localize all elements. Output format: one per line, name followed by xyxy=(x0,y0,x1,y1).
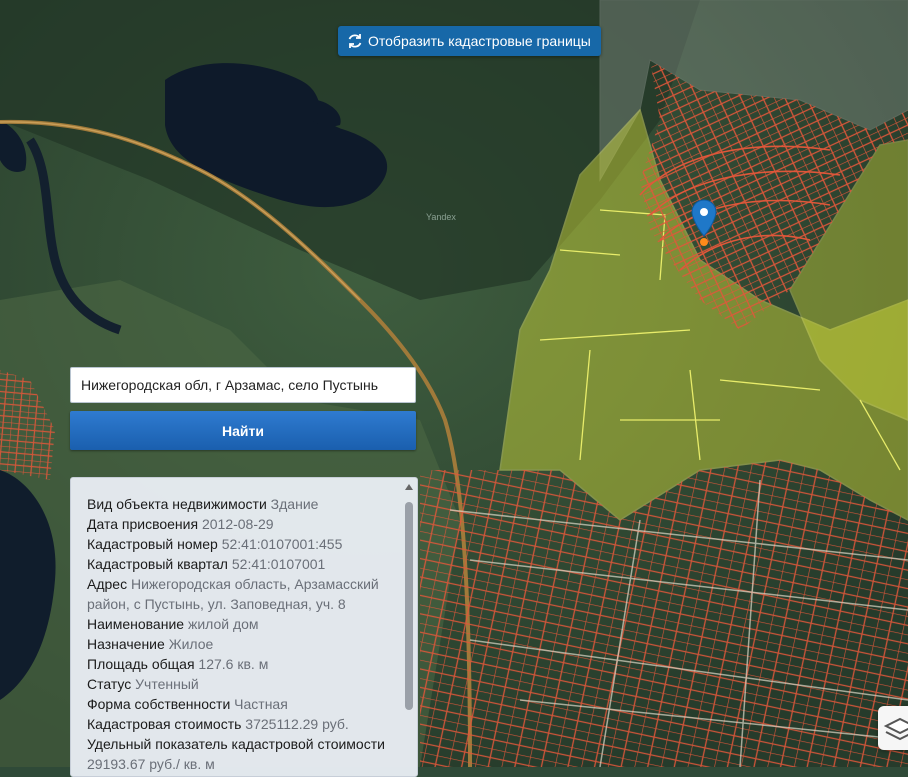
find-button-label: Найти xyxy=(222,422,264,439)
info-label: Назначение xyxy=(87,636,165,652)
info-rows: Вид объекта недвижимости Здание Дата прис… xyxy=(71,478,417,774)
info-value: Здание xyxy=(270,496,319,512)
info-value: 52:41:0107001 xyxy=(231,556,326,572)
info-row: Статус Учтенный xyxy=(87,674,399,694)
info-value: Частная xyxy=(234,696,288,712)
show-cadastral-borders-button[interactable]: Отобразить кадастровые границы xyxy=(338,26,601,56)
info-value: 2012-08-29 xyxy=(201,516,274,532)
info-label: Статус xyxy=(87,676,132,692)
info-row: Адрес Нижегородская область, Арзамасский… xyxy=(87,574,399,614)
object-info-panel[interactable]: Вид объекта недвижимости Здание Дата прис… xyxy=(70,477,418,777)
info-label: Наименование xyxy=(87,616,185,632)
info-label: Площадь общая xyxy=(87,656,195,672)
info-value: 52:41:0107001:455 xyxy=(221,536,343,552)
info-label: Кадастровый номер xyxy=(87,536,218,552)
layers-button[interactable] xyxy=(878,706,908,750)
info-row: Наименование жилой дом xyxy=(87,614,399,634)
info-scrollbar[interactable] xyxy=(404,484,414,776)
scroll-thumb[interactable] xyxy=(405,502,413,710)
village-parcels-south xyxy=(420,460,908,767)
info-value: жилой дом xyxy=(187,616,259,632)
info-row: Удельный показатель кадастровой стоимост… xyxy=(87,734,399,774)
info-value: 29193.67 руб./ кв. м xyxy=(87,756,215,772)
info-row: Назначение Жилое xyxy=(87,634,399,654)
info-row: Площадь общая 127.6 кв. м xyxy=(87,654,399,674)
refresh-icon xyxy=(348,34,362,48)
address-search-input[interactable] xyxy=(70,367,416,403)
info-label: Удельный показатель кадастровой стоимост… xyxy=(87,736,385,752)
map-watermark: Yandex xyxy=(426,212,456,222)
info-row: Кадастровая стоимость 3725112.29 руб. xyxy=(87,714,399,734)
info-value: Нижегородская область, Арзамасский район… xyxy=(87,576,379,612)
info-value: 3725112.29 руб. xyxy=(245,716,349,732)
info-row: Форма собственности Частная xyxy=(87,694,399,714)
info-label: Дата присвоения xyxy=(87,516,199,532)
info-label: Кадастровая стоимость xyxy=(87,716,242,732)
info-label: Форма собственности xyxy=(87,696,231,712)
show-cadastral-borders-label: Отобразить кадастровые границы xyxy=(368,33,591,49)
find-button[interactable]: Найти xyxy=(70,411,416,450)
scroll-up-arrow-icon[interactable] xyxy=(405,484,413,490)
info-label: Вид объекта недвижимости xyxy=(87,496,267,512)
info-row: Дата присвоения 2012-08-29 xyxy=(87,514,399,534)
info-row: Кадастровый номер 52:41:0107001:455 xyxy=(87,534,399,554)
info-value: 127.6 кв. м xyxy=(198,656,269,672)
info-row: Кадастровый квартал 52:41:0107001 xyxy=(87,554,399,574)
info-row: Вид объекта недвижимости Здание xyxy=(87,494,399,514)
info-value: Учтенный xyxy=(135,676,199,692)
info-label: Адрес xyxy=(87,576,128,592)
info-value: Жилое xyxy=(168,636,214,652)
info-label: Кадастровый квартал xyxy=(87,556,228,572)
layers-icon xyxy=(883,717,908,741)
